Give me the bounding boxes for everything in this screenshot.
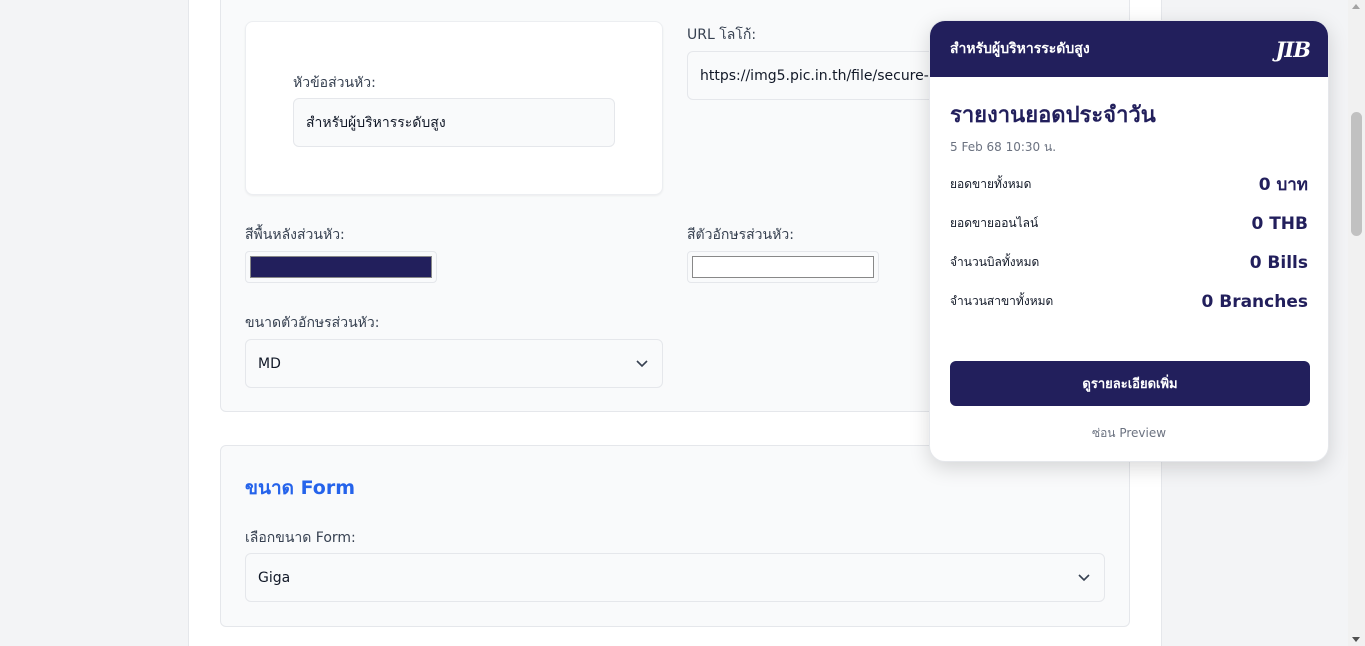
stat-row: ยอดขายออนไลน์ 0 THB — [950, 204, 1308, 243]
preview-header-title: สำหรับผู้บริหารระดับสูง — [950, 41, 1090, 57]
report-title: รายงานยอดประจำวัน — [950, 103, 1156, 128]
header-text-color-picker[interactable] — [687, 251, 879, 283]
scrollbar-thumb[interactable] — [1351, 112, 1362, 236]
logo-url-label: URL โลโก้: — [687, 27, 757, 43]
header-text-color-swatch — [692, 256, 874, 278]
header-title-input[interactable]: สำหรับผู้บริหารระดับสูง — [293, 98, 615, 147]
stat-value: 0 Branches — [1201, 291, 1309, 312]
preview-header: สำหรับผู้บริหารระดับสูง JIB — [930, 21, 1328, 77]
stat-value: 0 THB — [1251, 213, 1308, 234]
form-size-section-title: ขนาด Form — [245, 477, 356, 499]
header-text-color-label: สีตัวอักษรส่วนหัว: — [687, 227, 794, 243]
header-font-size-select[interactable]: MD — [245, 339, 663, 388]
stat-row: จำนวนสาขาทั้งหมด 0 Branches — [950, 282, 1308, 321]
form-size-value: Giga — [258, 569, 291, 586]
header-bg-color-swatch — [250, 256, 432, 278]
hide-preview-link[interactable]: ซ่อน Preview — [950, 424, 1308, 443]
form-size-select[interactable]: Giga — [245, 553, 1105, 602]
preview-card: สำหรับผู้บริหารระดับสูง JIB รายงานยอดประ… — [929, 20, 1329, 462]
stats-list: ยอดขายทั้งหมด 0 บาท ยอดขายออนไลน์ 0 THB … — [950, 165, 1308, 321]
stat-value: 0 บาท — [1258, 175, 1308, 195]
chevron-down-icon — [636, 358, 648, 370]
view-details-button[interactable]: ดูรายละเอียดเพิ่ม — [950, 361, 1310, 406]
header-font-size-label: ขนาดตัวอักษรส่วนหัว: — [245, 315, 380, 331]
header-bg-color-label: สีพื้นหลังส่วนหัว: — [245, 227, 345, 243]
stat-row: จำนวนบิลทั้งหมด 0 Bills — [950, 243, 1308, 282]
stat-label: ยอดขายทั้งหมด — [950, 177, 1032, 191]
stat-value: 0 Bills — [1249, 252, 1308, 273]
stat-label: ยอดขายออนไลน์ — [950, 216, 1039, 230]
stat-label: จำนวนบิลทั้งหมด — [950, 255, 1040, 269]
scroll-up-arrow-icon[interactable] — [1352, 4, 1360, 9]
form-size-label: เลือกขนาด Form: — [245, 530, 356, 546]
stat-label: จำนวนสาขาทั้งหมด — [950, 294, 1054, 308]
page-scrollbar[interactable] — [1348, 0, 1365, 646]
header-title-label: หัวข้อส่วนหัว: — [293, 75, 376, 91]
report-date: 5 Feb 68 10:30 น. — [950, 140, 1057, 154]
scroll-down-arrow-icon[interactable] — [1352, 637, 1360, 642]
jib-logo: JIB — [1275, 36, 1311, 62]
stat-row: ยอดขายทั้งหมด 0 บาท — [950, 165, 1308, 204]
header-bg-color-picker[interactable] — [245, 251, 437, 283]
chevron-down-icon — [1078, 572, 1090, 584]
header-font-size-value: MD — [258, 355, 281, 372]
